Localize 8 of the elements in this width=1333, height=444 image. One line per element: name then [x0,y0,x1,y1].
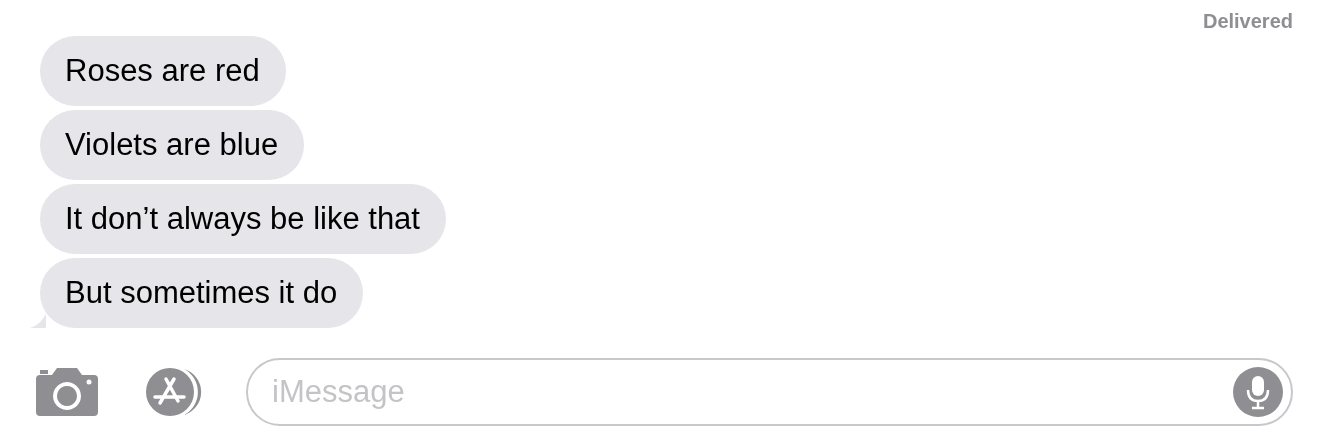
delivery-status: Delivered [1202,10,1293,34]
microphone-button[interactable] [1233,367,1283,417]
message-field[interactable]: iMessage [246,358,1293,426]
message-bubble: Roses are red [40,36,286,106]
message-bubble: But sometimes it do [40,258,364,328]
message-bubble: Violets are blue [40,110,305,180]
message-bubble: It don’t always be like that [40,184,446,254]
camera-icon[interactable] [34,367,100,417]
